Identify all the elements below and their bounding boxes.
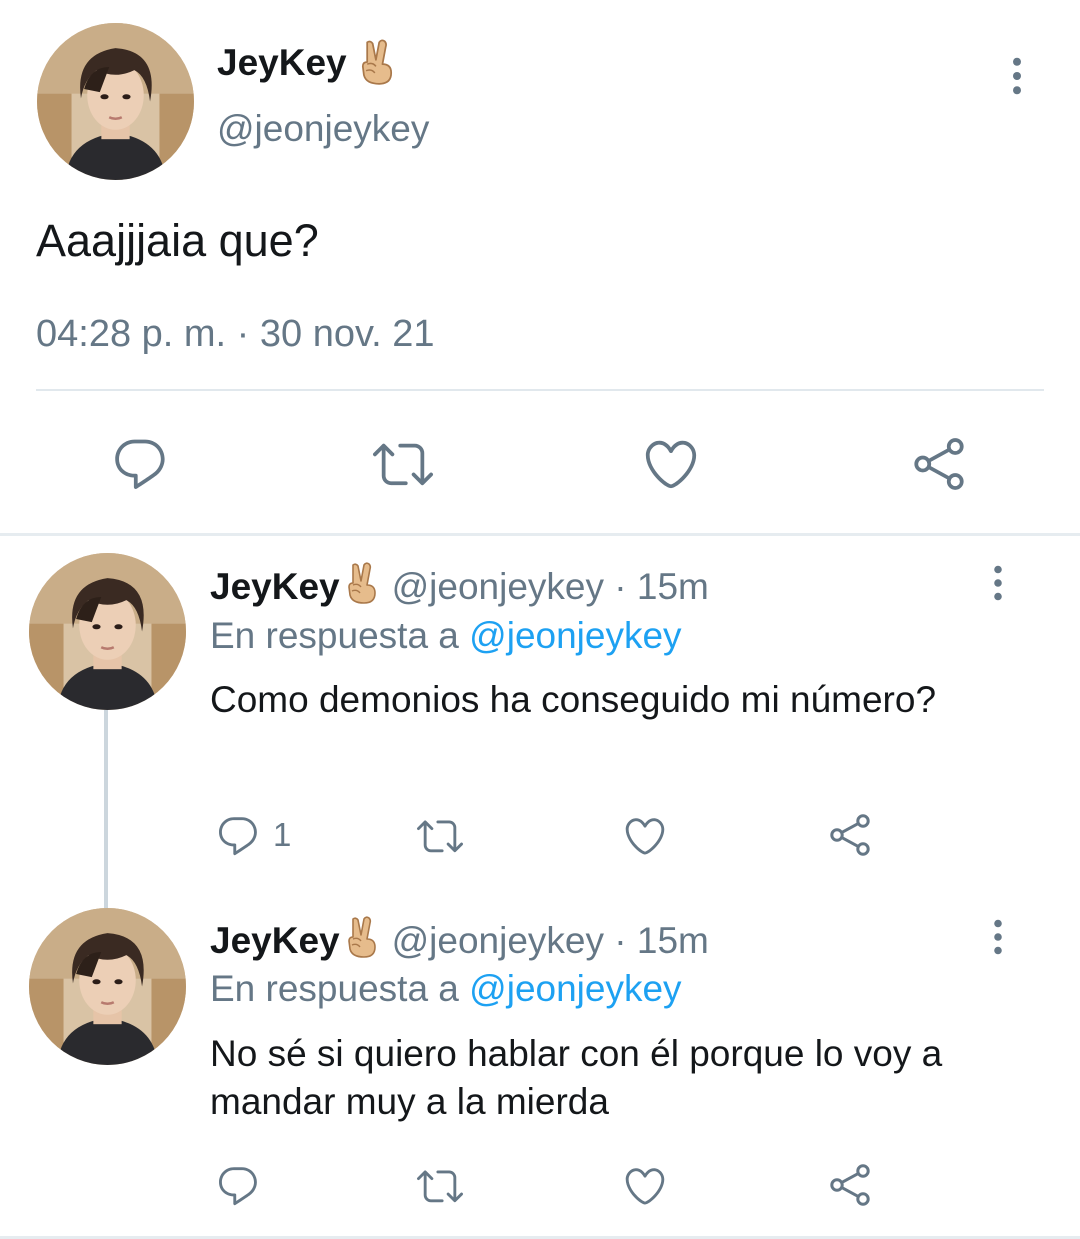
reply-prefix: En respuesta a [210,968,459,1009]
share-icon[interactable] [826,811,874,859]
main-display-name[interactable]: JeyKey [217,40,347,86]
more-options-icon[interactable] [991,565,1005,601]
retweet-icon[interactable] [370,434,436,494]
like-icon[interactable] [620,813,670,859]
reply-text: No sé si quiero hablar con él porque lo … [210,1033,943,1122]
reply-header: JeyKey @jeonjeykey · 15m [210,915,709,964]
reply-header: JeyKey @jeonjeykey · 15m [210,561,709,610]
share-icon[interactable] [826,1161,874,1209]
reply-avatar[interactable] [29,553,186,710]
reply-time[interactable]: 15m [637,566,709,607]
separator-dot: · [614,920,627,961]
more-options-icon[interactable] [991,919,1005,955]
reply-display-name[interactable]: JeyKey [210,566,340,607]
like-icon[interactable] [620,1163,670,1209]
reply-mention-link[interactable]: @jeonjeykey [469,968,681,1009]
like-icon[interactable] [640,434,702,494]
reply-handle[interactable]: @jeonjeykey [392,920,604,961]
main-tweet-timestamp[interactable]: 04:28 p. m. · 30 nov. 21 [36,310,435,358]
section-separator [0,533,1080,536]
reply-icon[interactable] [110,434,170,494]
reply-display-name[interactable]: JeyKey [210,920,340,961]
reply-handle[interactable]: @jeonjeykey [392,566,604,607]
display-name-text: JeyKey [217,42,347,83]
reply-icon[interactable] [215,813,261,859]
reply-mention-link[interactable]: @jeonjeykey [469,615,681,656]
reply-time[interactable]: 15m [637,920,709,961]
victory-hand-emoji-icon [342,561,382,605]
main-handle[interactable]: @jeonjeykey [217,106,429,152]
retweet-icon[interactable] [413,813,467,859]
reply-icon[interactable] [215,1163,261,1209]
thread-line [104,710,108,908]
share-icon[interactable] [908,434,970,494]
separator-dot: · [614,566,627,607]
main-avatar[interactable] [37,23,194,180]
reply-prefix: En respuesta a [210,615,459,656]
retweet-icon[interactable] [413,1163,467,1209]
victory-hand-emoji-icon [355,38,399,86]
divider [36,389,1044,391]
reply-context: En respuesta a @jeonjeykey [210,613,682,659]
main-tweet-text: Aaajjjaia que? [36,215,319,266]
reply-text: Como demonios ha conseguido mi número? [210,679,937,720]
victory-hand-emoji-icon [342,915,382,959]
reply-context: En respuesta a @jeonjeykey [210,966,682,1012]
reply-count: 1 [273,816,292,853]
more-options-icon[interactable] [1010,57,1024,95]
reply-avatar[interactable] [29,908,186,1065]
